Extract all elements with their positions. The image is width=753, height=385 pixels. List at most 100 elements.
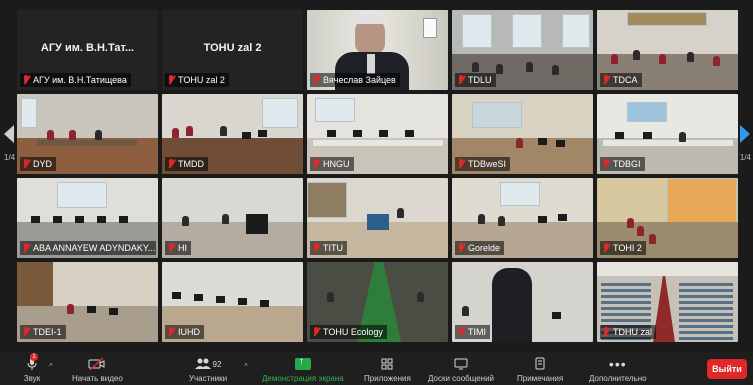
participant-tile[interactable]: Вячеслав Зайцев bbox=[307, 10, 448, 90]
mic-muted-icon bbox=[457, 243, 465, 253]
apps-button[interactable]: Приложения bbox=[364, 356, 411, 383]
participant-name: TOHI 2 bbox=[613, 243, 642, 253]
mic-muted-icon bbox=[602, 243, 610, 253]
participant-tile[interactable]: TOHU zal 2 TOHU zal 2 bbox=[162, 10, 303, 90]
participant-name: TIMI bbox=[468, 327, 486, 337]
participant-display-name: TOHU zal 2 bbox=[203, 42, 262, 54]
mic-muted-icon bbox=[167, 159, 175, 169]
next-page-arrow-icon[interactable] bbox=[740, 125, 750, 143]
participant-label: DYD bbox=[20, 157, 57, 171]
participant-name: TITU bbox=[323, 243, 343, 253]
mic-muted-icon bbox=[312, 159, 320, 169]
apps-icon bbox=[377, 356, 397, 372]
participant-name: IUHD bbox=[178, 327, 200, 337]
notes-icon bbox=[530, 356, 550, 372]
participant-tile[interactable]: ABA ANNAYEW ADYNDAKY... bbox=[17, 178, 158, 258]
participant-label: TITU bbox=[310, 241, 347, 255]
microphone-icon: 1 bbox=[22, 353, 42, 372]
mic-muted-icon bbox=[22, 159, 30, 169]
notes-label: Примечания bbox=[517, 374, 564, 383]
participant-label: TOHU zal 2 bbox=[165, 73, 229, 87]
participant-label: TOHI 2 bbox=[600, 241, 646, 255]
participant-name: TDLU bbox=[468, 75, 492, 85]
participants-label: Участники bbox=[188, 374, 228, 383]
participants-icon: 92 bbox=[188, 356, 228, 372]
participant-tile[interactable]: Gorelde bbox=[452, 178, 593, 258]
previous-page-arrow-icon[interactable] bbox=[4, 125, 14, 143]
participant-name: АГУ им. В.Н.Татищева bbox=[33, 75, 127, 85]
more-button[interactable]: ••• Дополнительно bbox=[589, 356, 647, 383]
video-off-icon bbox=[87, 356, 107, 372]
participant-tile[interactable]: HNGU bbox=[307, 94, 448, 174]
participants-options-caret-icon[interactable]: ^ bbox=[244, 362, 248, 371]
participant-label: TDCA bbox=[600, 73, 642, 87]
participants-button[interactable]: 92 Участники bbox=[188, 356, 228, 383]
participant-tile[interactable]: TDEI-1 bbox=[17, 262, 158, 342]
participant-display-name: АГУ им. В.Н.Тат... bbox=[40, 42, 135, 54]
participant-name: ABA ANNAYEW ADYNDAKY... bbox=[33, 243, 156, 253]
audio-button[interactable]: 1 Звук bbox=[22, 353, 42, 383]
participant-name: TDBweSI bbox=[468, 159, 507, 169]
share-screen-button[interactable]: Демонстрация экрана bbox=[262, 356, 344, 383]
participant-tile[interactable]: TOHU Ecology bbox=[307, 262, 448, 342]
chat-board-label: Доски сообщений bbox=[428, 374, 495, 383]
page-indicator-right: 1/4 bbox=[739, 153, 751, 162]
participant-label: TDHU zal bbox=[600, 325, 657, 339]
participant-tile[interactable]: TDBweSI bbox=[452, 94, 593, 174]
audio-options-caret-icon[interactable]: ^ bbox=[49, 362, 53, 371]
participant-name: HNGU bbox=[323, 159, 350, 169]
mic-muted-icon bbox=[167, 75, 175, 85]
participant-label: Gorelde bbox=[455, 241, 505, 255]
participant-label: TDLU bbox=[455, 73, 496, 87]
participant-name: TOHU Ecology bbox=[323, 327, 383, 337]
participant-tile[interactable]: HI bbox=[162, 178, 303, 258]
notes-button[interactable]: Примечания bbox=[517, 356, 563, 383]
participant-tile[interactable]: TDCA bbox=[597, 10, 738, 90]
mic-muted-icon bbox=[167, 327, 175, 337]
mic-muted-icon bbox=[22, 243, 30, 253]
mic-muted-icon bbox=[312, 327, 320, 337]
participant-tile[interactable]: TIMI bbox=[452, 262, 593, 342]
participant-name: TDEI-1 bbox=[33, 327, 62, 337]
start-video-button[interactable]: Начать видео bbox=[72, 356, 123, 383]
video-gallery: 1/4 1/4 АГУ им. В.Н.Тат... АГУ им. В.Н.Т… bbox=[0, 0, 753, 352]
participant-name: TOHU zal 2 bbox=[178, 75, 225, 85]
participants-count: 92 bbox=[212, 359, 222, 369]
leave-meeting-button[interactable]: Выйти bbox=[707, 359, 747, 379]
chat-board-button[interactable]: Доски сообщений bbox=[428, 356, 494, 383]
mic-muted-icon bbox=[457, 159, 465, 169]
more-label: Дополнительно bbox=[589, 374, 647, 383]
participant-tile[interactable]: TMDD bbox=[162, 94, 303, 174]
share-screen-icon bbox=[293, 356, 313, 372]
participant-label: АГУ им. В.Н.Татищева bbox=[20, 73, 131, 87]
participant-name: Вячеслав Зайцев bbox=[323, 75, 396, 85]
participant-tile[interactable]: DYD bbox=[17, 94, 158, 174]
participant-name: TDCA bbox=[613, 75, 638, 85]
participant-tile[interactable]: TDHU zal bbox=[597, 262, 738, 342]
participant-tile[interactable]: TDBGI bbox=[597, 94, 738, 174]
participant-label: ABA ANNAYEW ADYNDAKY... bbox=[20, 241, 156, 255]
participant-tile[interactable]: IUHD bbox=[162, 262, 303, 342]
participant-name: Gorelde bbox=[468, 243, 501, 253]
participant-tile[interactable]: TOHI 2 bbox=[597, 178, 738, 258]
chat-board-icon bbox=[451, 356, 471, 372]
mic-muted-icon bbox=[457, 75, 465, 85]
participant-label: IUHD bbox=[165, 325, 204, 339]
share-screen-label: Демонстрация экрана bbox=[262, 374, 344, 383]
participant-label: TDBGI bbox=[600, 157, 645, 171]
mic-muted-icon bbox=[22, 75, 30, 85]
participant-name: TMDD bbox=[178, 159, 204, 169]
participant-tile[interactable]: АГУ им. В.Н.Тат... АГУ им. В.Н.Татищева bbox=[17, 10, 158, 90]
participant-label: TDEI-1 bbox=[20, 325, 66, 339]
mic-muted-icon bbox=[457, 327, 465, 337]
participant-name: TDHU zal bbox=[613, 327, 653, 337]
mic-muted-icon bbox=[602, 327, 610, 337]
apps-label: Приложения bbox=[364, 374, 411, 383]
participant-tile[interactable]: TITU bbox=[307, 178, 448, 258]
mic-muted-icon bbox=[602, 75, 610, 85]
participant-tile[interactable]: TDLU bbox=[452, 10, 593, 90]
participant-label: TOHU Ecology bbox=[310, 325, 387, 339]
participant-label: TDBweSI bbox=[455, 157, 511, 171]
mic-muted-icon bbox=[22, 327, 30, 337]
audio-label: Звук bbox=[23, 374, 41, 383]
